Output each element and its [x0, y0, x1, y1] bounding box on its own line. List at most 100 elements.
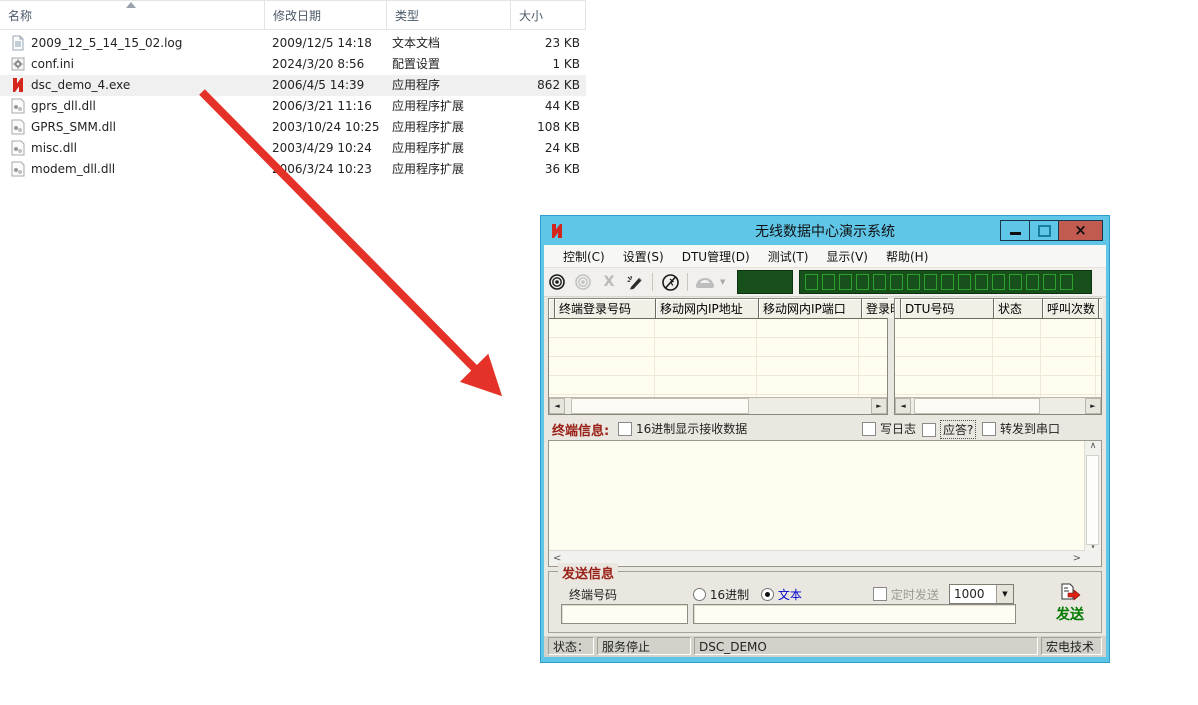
- scroll-right-icon[interactable]: ►: [1085, 398, 1101, 414]
- file-type: 文本文档: [392, 33, 440, 54]
- exe-file-icon: [10, 77, 26, 93]
- file-type: 应用程序: [392, 75, 440, 96]
- scroll-up-icon[interactable]: ∧: [1090, 441, 1097, 451]
- menu-control[interactable]: 控制(C): [554, 248, 614, 265]
- hex-display-checkbox[interactable]: 16进制显示接收数据: [618, 420, 747, 437]
- header-sliver: [549, 299, 554, 318]
- checkbox-icon: [922, 423, 936, 437]
- app-name-panel: DSC_DEMO: [694, 637, 1038, 655]
- send-info-group: 发送信息 终端号码 16进制 文本 定时发送 1000 ▼ 发送: [548, 571, 1102, 633]
- file-row[interactable]: GPRS_SMM.dll 2003/10/24 10:25 应用程序扩展 108…: [0, 117, 586, 138]
- dll-file-icon: [10, 161, 26, 177]
- close-button[interactable]: ×: [1058, 220, 1103, 241]
- scrollbar-corner: [1085, 551, 1101, 566]
- receive-message-area[interactable]: ∧ ∨ < >: [548, 440, 1102, 567]
- minimize-button[interactable]: [1000, 220, 1030, 241]
- terminal-list-header: 终端登录号码 移动网内IP地址 移动网内IP端口 登录时: [549, 299, 887, 319]
- column-header-name[interactable]: 名称: [0, 1, 265, 29]
- menu-dtu-manage[interactable]: DTU管理(D): [673, 248, 759, 265]
- vertical-scroll-thumb[interactable]: [1086, 455, 1099, 545]
- col-mobile-ip-port[interactable]: 移动网内IP端口: [759, 299, 861, 318]
- led-indicator: [941, 274, 954, 290]
- forward-serial-checkbox[interactable]: 转发到串口: [982, 420, 1060, 437]
- col-status[interactable]: 状态: [994, 299, 1042, 318]
- scroll-right-icon[interactable]: ►: [871, 398, 887, 414]
- file-row[interactable]: misc.dll 2003/4/29 10:24 应用程序扩展 24 KB: [0, 138, 586, 159]
- col-dtu-number[interactable]: DTU号码: [901, 299, 993, 318]
- ini-file-icon: [10, 56, 26, 72]
- status-label: 状态：: [548, 637, 594, 655]
- send-button[interactable]: 发送: [1044, 580, 1096, 626]
- dll-file-icon: [10, 98, 26, 114]
- radio-selected-icon: [761, 588, 774, 601]
- led-indicator: [1043, 274, 1056, 290]
- dll-file-icon: [10, 140, 26, 156]
- interval-combobox[interactable]: 1000 ▼: [949, 584, 1014, 604]
- phone-dropdown-arrow[interactable]: ▼: [720, 278, 725, 286]
- horizontal-scrollbar[interactable]: < >: [549, 550, 1085, 566]
- delete-icon[interactable]: X: [596, 270, 622, 294]
- col-mobile-ip-address[interactable]: 移动网内IP地址: [656, 299, 758, 318]
- terminal-list-body: [549, 319, 887, 397]
- file-date: 2009/12/5 14:18: [272, 33, 372, 54]
- scroll-left-icon[interactable]: ◄: [895, 398, 911, 414]
- led-indicator: [975, 274, 988, 290]
- menu-help[interactable]: 帮助(H): [877, 248, 937, 265]
- send-button-label: 发送: [1056, 604, 1084, 624]
- radio-text[interactable]: 文本: [761, 586, 802, 603]
- file-type: 应用程序扩展: [392, 96, 464, 117]
- start-service-icon[interactable]: [544, 270, 570, 294]
- file-date: 2006/3/24 10:23: [272, 159, 372, 180]
- menu-settings[interactable]: 设置(S): [614, 248, 673, 265]
- led-indicator: [873, 274, 886, 290]
- menu-view[interactable]: 显示(V): [817, 248, 877, 265]
- timed-send-checkbox[interactable]: 定时发送: [873, 586, 939, 603]
- toolbar-separator: [687, 273, 688, 291]
- dtu-list-header: DTU号码 状态 呼叫次数: [895, 299, 1101, 319]
- terminal-list-hscrollbar[interactable]: ◄ ►: [549, 397, 887, 414]
- file-row-selected[interactable]: dsc_demo_4.exe 2006/4/5 14:39 应用程序 862 K…: [0, 75, 586, 96]
- led-indicator: [890, 274, 903, 290]
- col-call-count[interactable]: 呼叫次数: [1043, 299, 1098, 318]
- dtu-list-body: [895, 319, 1101, 397]
- clear-icon[interactable]: [622, 270, 648, 294]
- file-row[interactable]: conf.ini 2024/3/20 8:56 配置设置 1 KB: [0, 54, 586, 75]
- file-row[interactable]: 2009_12_5_14_15_02.log 2009/12/5 14:18 文…: [0, 33, 586, 54]
- led-indicator: [992, 274, 1005, 290]
- toolbar-separator: [652, 273, 653, 291]
- stop-service-icon[interactable]: [570, 270, 596, 294]
- file-name: misc.dll: [31, 138, 77, 159]
- menu-test[interactable]: 测试(T): [759, 248, 818, 265]
- col-terminal-login-number[interactable]: 终端登录号码: [555, 299, 655, 318]
- send-message-input[interactable]: [693, 604, 1016, 624]
- company-panel: 宏电技术: [1041, 637, 1102, 655]
- window-client-area: 控制(C) 设置(S) DTU管理(D) 测试(T) 显示(V) 帮助(H) X: [544, 245, 1106, 657]
- column-header-date[interactable]: 修改日期: [265, 1, 387, 29]
- answer-checkbox[interactable]: 应答?: [922, 420, 976, 439]
- radio-hex[interactable]: 16进制: [693, 586, 749, 603]
- file-name: dsc_demo_4.exe: [31, 75, 130, 96]
- file-size: 23 KB: [545, 33, 580, 54]
- scroll-right-icon[interactable]: >: [1073, 553, 1081, 564]
- power-icon[interactable]: [657, 270, 683, 294]
- maximize-button[interactable]: [1029, 220, 1059, 241]
- terminal-list[interactable]: 终端登录号码 移动网内IP地址 移动网内IP端口 登录时 ◄ ►: [548, 298, 888, 415]
- dial-phone-icon[interactable]: [692, 270, 718, 294]
- terminal-number-input[interactable]: [561, 604, 688, 624]
- toolbar: X ▼: [544, 268, 1106, 297]
- header-sliver: [895, 299, 900, 318]
- scroll-left-icon[interactable]: ◄: [549, 398, 565, 414]
- send-icon: [1059, 583, 1081, 603]
- file-row[interactable]: gprs_dll.dll 2006/3/21 11:16 应用程序扩展 44 K…: [0, 96, 586, 117]
- dtu-list[interactable]: DTU号码 状态 呼叫次数 ◄ ►: [894, 298, 1102, 415]
- write-log-checkbox[interactable]: 写日志: [862, 420, 916, 437]
- column-header-size[interactable]: 大小: [511, 1, 586, 29]
- interval-value: 1000: [954, 587, 985, 601]
- dtu-list-hscrollbar[interactable]: ◄ ►: [895, 397, 1101, 414]
- send-group-title: 发送信息: [558, 563, 618, 582]
- checkbox-icon: [862, 422, 876, 436]
- column-header-type[interactable]: 类型: [387, 1, 511, 29]
- titlebar[interactable]: 无线数据中心演示系统 ×: [544, 216, 1106, 245]
- file-row[interactable]: modem_dll.dll 2006/3/24 10:23 应用程序扩展 36 …: [0, 159, 586, 180]
- combo-dropdown-icon[interactable]: ▼: [996, 585, 1013, 603]
